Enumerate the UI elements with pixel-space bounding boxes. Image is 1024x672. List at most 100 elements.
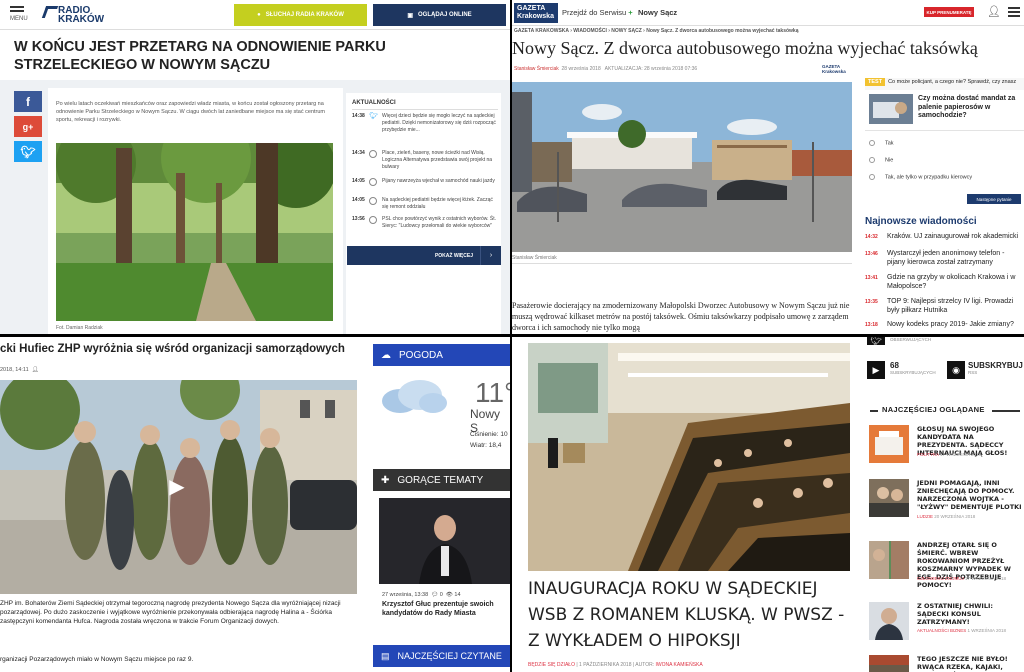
latest-news-heading: Najnowsze wiadomości	[865, 216, 977, 227]
pressure: Ciśnienie: 10	[470, 431, 508, 438]
gazeta-krakowska-panel: GAZETA Krakowska Przejdź do Serwisu + No…	[512, 0, 1024, 334]
rss-icon[interactable]: ◉	[947, 361, 965, 379]
news-time: 13:56	[352, 216, 365, 222]
user-icon[interactable]: 👤︎	[987, 5, 1001, 19]
quiz-header[interactable]: TEST Co może policjant, a czego nie? Spra…	[865, 78, 1024, 90]
section-link[interactable]: BĘDZIE SIĘ DZIAŁO	[528, 662, 575, 668]
most-viewed-item[interactable]: TEGO JESZCZE NIE BYŁO! RWĄCA RZEKA, KAJA…	[869, 655, 1024, 672]
twitter-followers[interactable]: OBSERWUJĄCYCH	[890, 337, 931, 342]
social-count: 68	[890, 361, 899, 370]
quiz-option[interactable]: Tak	[869, 140, 894, 146]
item-title: ANDRZEJ OTARŁ SIĘ O ŚMIERĆ. WBREW ROKOWA…	[917, 541, 1011, 589]
item-meta: LUDZIE 20 WRZEŚNIA 2018	[917, 514, 975, 519]
news-item[interactable]: 13:56 PSL chce powtórzyć wynik z ostatnic…	[352, 216, 498, 242]
nowy-sacz-link[interactable]: Nowy Sącz	[638, 8, 677, 17]
timeline-dot-icon	[369, 216, 377, 224]
news-text: Na sądeckiej pediatrii będzie więcej łóż…	[382, 197, 493, 210]
twitter-icon: 🐦︎	[369, 113, 378, 120]
wsb-article-panel: INAUGURACJA ROKU W SĄDECKIEJ WSB Z ROMAN…	[512, 337, 1024, 672]
site-logo[interactable]: GAZETA Krakowska	[514, 3, 558, 23]
weather-details: Ciśnienie: 10 Wiatr: 18,4	[470, 429, 508, 451]
news-time: 14:38	[352, 113, 365, 119]
breadcrumb[interactable]: GAZETA KRAKOWSKA › WIADOMOŚCI › NOWY SĄC…	[514, 28, 798, 34]
heading-rule	[992, 410, 1020, 412]
most-viewed-item[interactable]: JEDNI POMAGAJĄ, INNI ZNIECHĘCAJĄ DO POMO…	[869, 479, 1024, 524]
article-meta: Stanisław Śmierciak 28 września 2018 AKT…	[514, 66, 697, 72]
author-name[interactable]: Stanisław Śmierciak	[514, 66, 559, 72]
gazeta-mini-logo: GAZETA Krakowska	[822, 64, 846, 74]
quiz-option-label: Tak, ale tylko w przypadku kierowcy	[885, 174, 973, 181]
social-count: SUBSKRYBUJ	[968, 361, 1023, 370]
subscribe-button[interactable]: KUP PRENUMERATĘ	[924, 7, 974, 17]
arrow-right-icon[interactable]: ›	[480, 246, 501, 265]
news-item[interactable]: 14:38 🐦︎ Więcej dzieci będzie się mogło le…	[352, 113, 498, 143]
news-time: 13:46	[865, 251, 878, 257]
quiz-option[interactable]: Nie	[869, 157, 893, 163]
radio-icon[interactable]	[869, 174, 875, 180]
menu-label[interactable]: MENU	[10, 16, 28, 22]
twitter-share-button[interactable]: 🐦︎	[14, 141, 42, 162]
item-thumbnail	[869, 479, 909, 517]
article-title: Nowy Sącz. Z dworca autobusowego można w…	[512, 38, 978, 58]
comment-count: 0	[439, 592, 443, 598]
author-name[interactable]: IWONA KAMIEŃSKA	[656, 662, 703, 668]
facebook-share-button[interactable]: f	[14, 91, 42, 112]
news-text: Pijany nawrzeyża wjechał w samochód nauk…	[382, 178, 495, 184]
youtube-subscribers[interactable]: 68 SUBSKRYBUJĄCYCH	[890, 361, 936, 375]
news-text: Nowy kodeks pracy 2019- Jakie zmiany?	[887, 321, 1014, 328]
news-text: Wystarczył jeden anonimowy telefon - pij…	[887, 250, 1005, 266]
item-title: TEGO JESZCZE NIE BYŁO! RWĄCA RZEKA, KAJA…	[917, 655, 1008, 672]
item-thumbnail	[869, 655, 909, 672]
author-label: AUTOR:	[635, 662, 655, 668]
most-read-label: NAJCZĘŚCIEJ CZYTANE	[397, 651, 502, 661]
news-item[interactable]: 14:05 Pijany nawrzeyża wjechał w samochód…	[352, 178, 498, 196]
item-meta: AKTUALNOŚCI BIZNES 1 WRZEŚNIA 2018	[917, 628, 1006, 633]
comment-icon: 💬︎	[431, 592, 439, 598]
youtube-icon[interactable]: ▶	[867, 361, 885, 379]
watch-online-button[interactable]: ▣ OGLĄDAJ ONLINE	[373, 4, 506, 26]
news-text: TOP 9: Najlepsi strzelcy IV ligi. Prowad…	[887, 298, 1014, 314]
news-time: 13:41	[865, 275, 878, 281]
news-text: Gdzie na grzyby w okolicach Krakowa i w …	[887, 274, 1016, 290]
photo-credit: Stanisław Śmierciak	[512, 255, 557, 261]
eye-icon: 👁︎	[445, 592, 453, 598]
rss-subscribe[interactable]: SUBSKRYBUJ RSS	[968, 361, 1023, 375]
listen-radio-button[interactable]: ● SŁUCHAJ RADIA KRAKÓW	[234, 4, 367, 26]
sidebar-heading: AKTUALNOŚCI	[352, 100, 396, 106]
news-time: 14:05	[352, 178, 365, 184]
bus-station-photo	[512, 82, 852, 252]
divider	[865, 130, 1024, 131]
divider	[352, 109, 498, 110]
quiz-option[interactable]: Tak, ale tylko w przypadku kierowcy	[869, 174, 972, 180]
listen-radio-label: SŁUCHAJ RADIA KRAKÓW	[265, 12, 344, 18]
news-item[interactable]: 14:34 Place, zieleń, baseny, nowe ścieżki…	[352, 150, 498, 178]
news-text: Place, zieleń, baseny, nowe ścieżki nad …	[382, 150, 493, 170]
play-icon[interactable]: ▶	[160, 474, 194, 498]
show-more-button[interactable]: POKAŻ WIĘCEJ	[347, 246, 501, 265]
most-viewed-item[interactable]: GŁOSUJ NA SWOJEGO KANDYDATA NA PREZYDENT…	[869, 425, 1024, 470]
radio-icon[interactable]	[869, 140, 875, 146]
googleplus-icon: g+	[22, 121, 34, 132]
most-viewed-item[interactable]: Z OSTATNIEJ CHWILI: SĄDECKI KONSUL ZATRZ…	[869, 602, 1024, 647]
news-text: Kraków. UJ zainaugurował rok akademicki	[887, 233, 1019, 240]
hot-topic-title[interactable]: Krzysztof Głuc prezentuje swoich kandyda…	[382, 600, 508, 618]
site-logo[interactable]: RADIO KRAKÓW	[58, 6, 104, 25]
timeline-dot-icon	[369, 197, 377, 205]
hamburger-icon[interactable]	[1008, 7, 1020, 17]
news-item[interactable]: 14:05 Na sądeckiej pediatrii będzie więce…	[352, 197, 498, 215]
next-question-button[interactable]: Następne pytanie	[967, 194, 1021, 204]
most-viewed-heading: NAJCZĘŚCIEJ OGLĄDANE	[882, 405, 985, 414]
radio-icon[interactable]	[869, 157, 875, 163]
quiz-image	[869, 94, 913, 124]
most-viewed-item[interactable]: ANDRZEJ OTARŁ SIĘ O ŚMIERĆ. WBREW ROKOWA…	[869, 541, 1024, 589]
go-to-service-label: Przejdź do Serwisu	[562, 8, 627, 17]
twitter-icon[interactable]: 🐦︎	[867, 337, 885, 346]
hot-topic-image[interactable]	[379, 498, 510, 584]
item-section: POLITYKA	[917, 452, 939, 457]
hot-topics-heading: ✚ GORĄCE TEMATY	[373, 469, 510, 491]
weather-heading: ☁ POGODA	[373, 344, 510, 366]
go-to-service-link[interactable]: Przejdź do Serwisu +	[562, 8, 633, 17]
hamburger-icon[interactable]	[10, 6, 24, 14]
googleplus-share-button[interactable]: g+	[14, 116, 42, 137]
news-text: Więcej dzieci będzie się mogło leczyć na…	[382, 113, 496, 133]
